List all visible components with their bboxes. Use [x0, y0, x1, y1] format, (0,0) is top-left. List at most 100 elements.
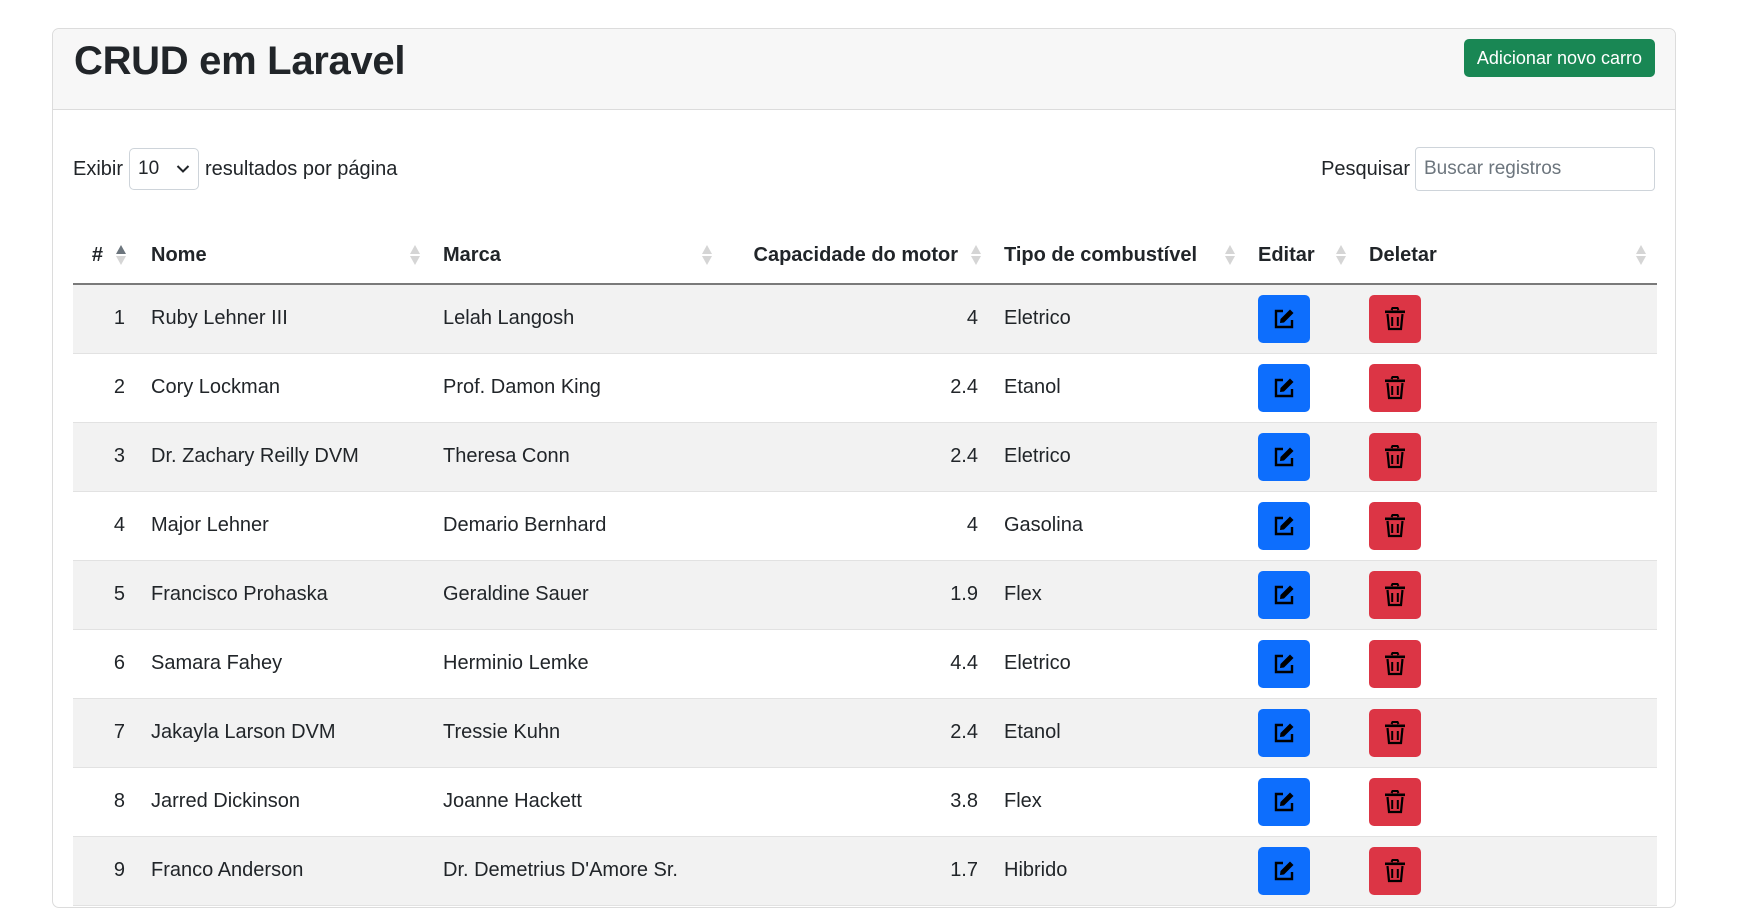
edit-cell — [1246, 836, 1357, 906]
edit-button[interactable] — [1258, 363, 1310, 412]
col-edit-header[interactable]: Editar — [1246, 227, 1357, 285]
col-delete-header[interactable]: Deletar — [1357, 227, 1657, 285]
edit-icon — [1274, 516, 1294, 535]
add-car-button[interactable]: Adicionar novo carro — [1463, 39, 1655, 77]
car-name-cell: Cory Lockman — [139, 353, 431, 423]
row-number-cell: 8 — [73, 767, 139, 837]
car-name-cell: Franco Anderson — [139, 836, 431, 906]
table-row: 3 Dr. Zachary Reilly DVM Theresa Conn 2.4 El… — [73, 422, 1657, 492]
edit-button[interactable] — [1258, 501, 1310, 550]
table-body: 1 Ruby Lehner III Lelah Langosh 4 Eletrico 2 C… — [73, 284, 1657, 906]
edit-icon — [1274, 792, 1294, 811]
trash-icon — [1385, 789, 1405, 813]
page-title: CRUD em Laravel — [74, 39, 406, 83]
table-row: 5 Francisco Prohaska Geraldine Sauer 1.9 Fle… — [73, 560, 1657, 630]
page-length-control: Exibir 10 resultados por página — [73, 146, 397, 192]
chevron-down-icon — [176, 165, 190, 173]
search-control: Pesquisar — [1321, 146, 1655, 192]
car-brand-cell: Tressie Kuhn — [431, 698, 723, 768]
sort-icon — [1336, 245, 1346, 265]
search-input[interactable] — [1415, 147, 1655, 191]
col-name-header[interactable]: Nome — [139, 227, 431, 285]
cars-table: # Nome Marca Capacidade do motor Tipo de com… — [73, 227, 1657, 906]
car-brand-cell: Lelah Langosh — [431, 284, 723, 354]
delete-button[interactable] — [1369, 846, 1421, 895]
col-engine-header[interactable]: Capacidade do motor — [723, 227, 992, 285]
delete-cell — [1357, 836, 1657, 906]
delete-button[interactable] — [1369, 432, 1421, 481]
trash-icon — [1385, 513, 1405, 537]
edit-icon — [1274, 309, 1294, 328]
edit-cell — [1246, 353, 1357, 423]
sort-icon — [702, 245, 712, 265]
sort-icon — [1636, 245, 1646, 265]
engine-capacity-cell: 4 — [723, 284, 992, 354]
sort-icon — [971, 245, 981, 265]
car-name-cell: Samara Fahey — [139, 629, 431, 699]
edit-button[interactable] — [1258, 639, 1310, 688]
edit-button[interactable] — [1258, 777, 1310, 826]
fuel-type-cell: Etanol — [992, 698, 1246, 768]
delete-button[interactable] — [1369, 363, 1421, 412]
edit-cell — [1246, 698, 1357, 768]
edit-cell — [1246, 491, 1357, 561]
edit-button[interactable] — [1258, 846, 1310, 895]
trash-icon — [1385, 444, 1405, 468]
page-length-select[interactable]: 10 — [129, 148, 200, 190]
engine-capacity-cell: 1.9 — [723, 560, 992, 630]
fuel-type-cell: Hibrido — [992, 836, 1246, 906]
fuel-type-cell: Flex — [992, 560, 1246, 630]
edit-button[interactable] — [1258, 294, 1310, 343]
row-number-cell: 1 — [73, 284, 139, 354]
delete-button[interactable] — [1369, 777, 1421, 826]
col-number-header[interactable]: # — [73, 227, 139, 285]
car-name-cell: Dr. Zachary Reilly DVM — [139, 422, 431, 492]
page-length-prefix: Exibir — [73, 157, 124, 180]
car-name-cell: Francisco Prohaska — [139, 560, 431, 630]
edit-cell — [1246, 629, 1357, 699]
fuel-type-cell: Eletrico — [992, 284, 1246, 354]
car-name-cell: Major Lehner — [139, 491, 431, 561]
edit-icon — [1274, 378, 1294, 397]
edit-cell — [1246, 422, 1357, 492]
delete-cell — [1357, 491, 1657, 561]
trash-icon — [1385, 582, 1405, 606]
column-label: Tipo de combustível — [1004, 243, 1197, 266]
delete-cell — [1357, 560, 1657, 630]
row-number-cell: 5 — [73, 560, 139, 630]
car-name-cell: Jarred Dickinson — [139, 767, 431, 837]
column-label: Capacidade do motor — [753, 243, 958, 266]
card-header: CRUD em Laravel Adicionar novo carro — [53, 29, 1675, 110]
engine-capacity-cell: 4 — [723, 491, 992, 561]
fuel-type-cell: Flex — [992, 767, 1246, 837]
delete-button[interactable] — [1369, 570, 1421, 619]
fuel-type-cell: Eletrico — [992, 629, 1246, 699]
car-brand-cell: Demario Bernhard — [431, 491, 723, 561]
page-length-value: 10 — [138, 158, 160, 179]
edit-button[interactable] — [1258, 432, 1310, 481]
edit-icon — [1274, 447, 1294, 466]
trash-icon — [1385, 858, 1405, 882]
edit-button[interactable] — [1258, 708, 1310, 757]
fuel-type-cell: Gasolina — [992, 491, 1246, 561]
table-row: 4 Major Lehner Demario Bernhard 4 Gasolina — [73, 491, 1657, 561]
car-brand-cell: Herminio Lemke — [431, 629, 723, 699]
edit-cell — [1246, 767, 1357, 837]
row-number-cell: 2 — [73, 353, 139, 423]
sort-icon — [410, 245, 420, 265]
col-fuel-header[interactable]: Tipo de combustível — [992, 227, 1246, 285]
table-row: 9 Franco Anderson Dr. Demetrius D'Amore Sr… — [73, 836, 1657, 906]
car-brand-cell: Joanne Hackett — [431, 767, 723, 837]
delete-button[interactable] — [1369, 501, 1421, 550]
delete-button[interactable] — [1369, 294, 1421, 343]
sort-icon — [116, 245, 126, 265]
delete-button[interactable] — [1369, 708, 1421, 757]
table-controls: Exibir 10 resultados por página Pesquisa… — [73, 146, 1655, 192]
crud-card: CRUD em Laravel Adicionar novo carro Exi… — [52, 28, 1676, 908]
edit-button[interactable] — [1258, 570, 1310, 619]
car-brand-cell: Geraldine Sauer — [431, 560, 723, 630]
car-name-cell: Jakayla Larson DVM — [139, 698, 431, 768]
delete-button[interactable] — [1369, 639, 1421, 688]
delete-cell — [1357, 353, 1657, 423]
col-brand-header[interactable]: Marca — [431, 227, 723, 285]
